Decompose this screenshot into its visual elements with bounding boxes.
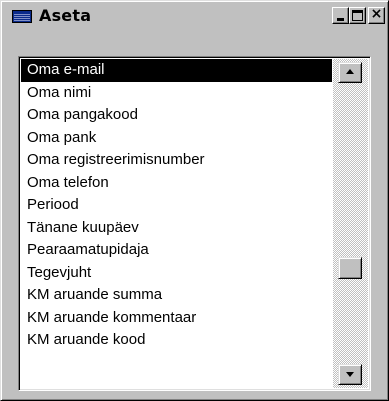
scroll-thumb[interactable] bbox=[338, 257, 362, 279]
arrow-up-icon bbox=[346, 69, 354, 74]
scroll-down-button[interactable] bbox=[338, 364, 362, 385]
maximize-button[interactable] bbox=[349, 7, 366, 24]
maximize-icon bbox=[352, 10, 363, 21]
list-item[interactable]: Tegevjuht bbox=[21, 262, 332, 285]
list-item[interactable]: Oma nimi bbox=[21, 82, 332, 105]
list-item[interactable]: KM aruande kommentaar bbox=[21, 307, 332, 330]
list-item[interactable]: Tänane kuupäev bbox=[21, 217, 332, 240]
list-item[interactable]: Oma pangakood bbox=[21, 104, 332, 127]
list-item[interactable]: KM aruande summa bbox=[21, 284, 332, 307]
window-icon bbox=[12, 10, 32, 23]
title-bar[interactable]: Aseta × bbox=[5, 4, 385, 28]
list-item[interactable]: Oma e-mail bbox=[21, 59, 332, 82]
scroll-up-button[interactable] bbox=[338, 62, 362, 83]
aseta-window: Aseta × Oma e-mail Oma nimi Oma pangakoo… bbox=[0, 0, 389, 401]
minimize-button[interactable] bbox=[332, 7, 349, 24]
list-item[interactable]: Periood bbox=[21, 194, 332, 217]
arrow-down-icon bbox=[346, 372, 354, 377]
list-item[interactable]: Pearaamatupidaja bbox=[21, 239, 332, 262]
close-button[interactable]: × bbox=[368, 6, 385, 24]
list-item[interactable]: Oma registreerimisnumber bbox=[21, 149, 332, 172]
list-item[interactable]: Oma telefon bbox=[21, 172, 332, 195]
list-item[interactable]: Oma pank bbox=[21, 127, 332, 150]
list-item[interactable]: KM aruande kood bbox=[21, 329, 332, 352]
window-title: Aseta bbox=[39, 6, 92, 25]
options-list: Oma e-mail Oma nimi Oma pangakood Oma pa… bbox=[21, 59, 332, 388]
vertical-scrollbar[interactable] bbox=[333, 59, 368, 388]
options-listbox[interactable]: Oma e-mail Oma nimi Oma pangakood Oma pa… bbox=[18, 56, 371, 391]
close-icon: × bbox=[370, 6, 383, 22]
minimize-icon bbox=[337, 18, 344, 21]
